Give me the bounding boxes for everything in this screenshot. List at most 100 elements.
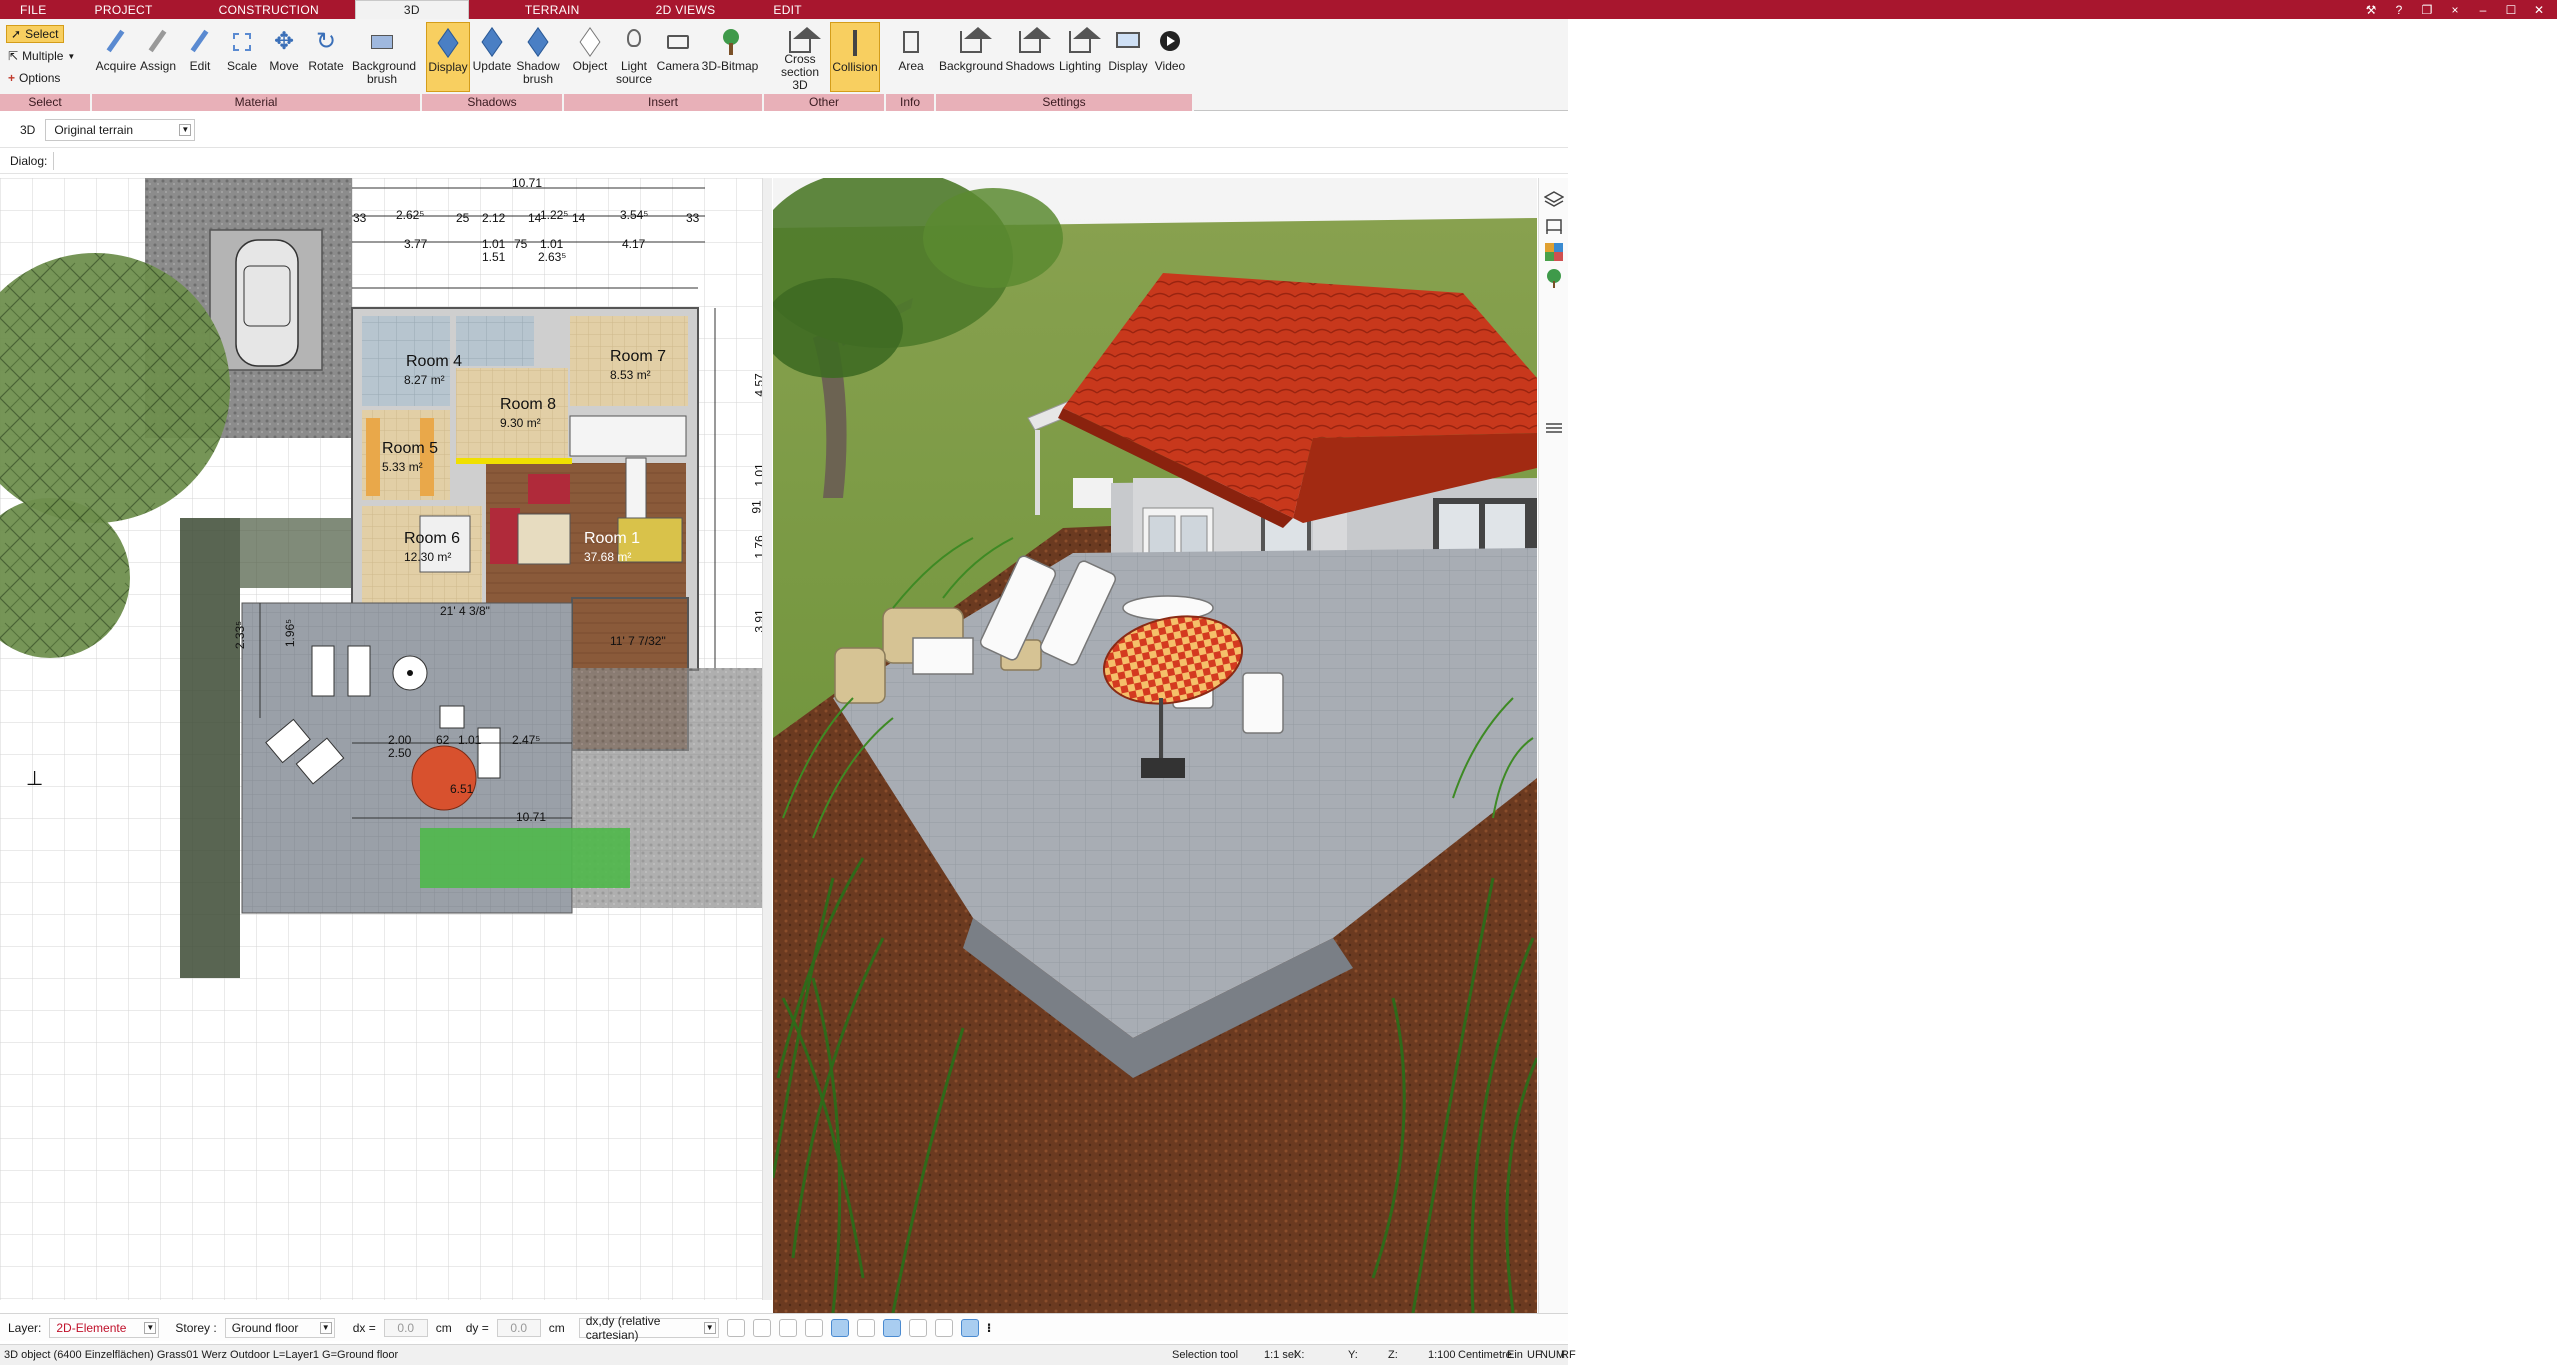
menu-tab-construction[interactable]: CONSTRUCTION xyxy=(183,0,355,19)
settings-shadows-button[interactable]: Shadows xyxy=(1006,22,1054,92)
snap-point-icon[interactable] xyxy=(779,1319,797,1337)
floor-plan-canvas[interactable]: Room 4 8.27 m² Room 7 8.53 m² Room 8 9.3… xyxy=(0,178,762,1300)
snap-object-icon[interactable] xyxy=(805,1319,823,1337)
collision-icon xyxy=(840,28,870,58)
multiple-button[interactable]: ⇱ Multiple ▼ xyxy=(8,49,75,63)
background-brush-button[interactable]: Background brush xyxy=(346,22,418,92)
cross-section-icon xyxy=(785,27,815,50)
group-label-select: Select xyxy=(0,94,92,111)
help-icon[interactable]: ? xyxy=(2391,3,2407,17)
dimension-text: 6.51 xyxy=(450,782,473,796)
dimension-text: 1.01 xyxy=(482,237,505,251)
insert-object-button[interactable]: Object xyxy=(568,22,612,92)
shadow-brush-button[interactable]: Shadow brush xyxy=(514,22,562,92)
move-button[interactable]: ✥ Move xyxy=(262,22,306,92)
camera-button[interactable]: Camera xyxy=(656,22,700,92)
grid-icon[interactable] xyxy=(935,1319,953,1337)
ribbon-group-settings: Background Shadows Lighting Display Vide… xyxy=(936,19,1194,111)
rotate-button[interactable]: ↻ Rotate xyxy=(304,22,348,92)
dimension-text: 3.77 xyxy=(404,237,427,251)
dimension-text: 21' 4 3/8" xyxy=(440,604,490,618)
scale-button[interactable]: Scale xyxy=(220,22,264,92)
dimension-text: 2.12 xyxy=(482,211,505,225)
dimension-text: 3.54⁵ xyxy=(620,208,648,222)
storey-select[interactable]: Ground floor ▼ xyxy=(225,1318,335,1338)
panel-toggle-icon[interactable] xyxy=(1544,418,1564,438)
dimension-text: 1.76 xyxy=(753,535,762,558)
edit-button[interactable]: Edit xyxy=(178,22,222,92)
dx-unit: cm xyxy=(436,1321,452,1335)
minimize-icon[interactable]: – xyxy=(2475,3,2491,17)
restore-icon[interactable]: ❐ xyxy=(2419,3,2435,17)
furniture-icon[interactable] xyxy=(1544,216,1564,236)
snap-angle-icon[interactable] xyxy=(857,1319,875,1337)
area-button[interactable]: Area xyxy=(889,22,933,92)
menu-tab-2d-views[interactable]: 2D VIEWS xyxy=(636,0,736,19)
ribbon-group-select: ➚ Select ⇱ Multiple ▼ + Options Select xyxy=(0,19,92,111)
more-icon[interactable]: ⁝ xyxy=(987,1321,992,1335)
collision-button[interactable]: Collision xyxy=(830,22,880,92)
settings-display-button[interactable]: Display xyxy=(1106,22,1150,92)
dx-label: dx = xyxy=(353,1321,376,1335)
background-house-icon xyxy=(956,27,986,57)
terrain-select[interactable]: Original terrain ▼ xyxy=(45,119,195,141)
dimension-text: 2.33⁵ xyxy=(233,621,247,649)
materials-icon[interactable] xyxy=(1544,242,1564,262)
dimension-text: 25 xyxy=(456,211,469,225)
status-x-label: X: xyxy=(1294,1349,1304,1361)
assign-button[interactable]: Assign xyxy=(136,22,180,92)
menu-tab-3d[interactable]: 3D xyxy=(355,0,469,19)
right-sidebar xyxy=(1538,178,1568,1313)
edit-icon xyxy=(185,27,215,57)
close-icon[interactable]: ✕ xyxy=(2531,3,2547,17)
acquire-icon xyxy=(101,27,131,57)
menu-tab-file[interactable]: FILE xyxy=(0,0,65,19)
plant-icon[interactable] xyxy=(1544,268,1564,288)
dimension-text: 11' 7 7/32" xyxy=(610,634,666,648)
cross-section-3d-button[interactable]: Cross section 3D xyxy=(772,22,828,92)
dimension-text: 14 xyxy=(572,211,585,225)
video-button[interactable]: Video xyxy=(1150,22,1190,92)
tools-icon[interactable]: ⚒ xyxy=(2363,3,2379,17)
3d-view-canvas[interactable] xyxy=(773,178,1537,1313)
chevron-down-icon: ▼ xyxy=(179,124,191,136)
n-snap-icon[interactable] xyxy=(961,1319,979,1337)
ribbon-group-insert: Object Light source Camera 3D-Bitmap Ins… xyxy=(564,19,764,111)
snap-ortho-icon[interactable] xyxy=(883,1319,901,1337)
clock-icon[interactable] xyxy=(727,1319,745,1337)
select-button[interactable]: ➚ Select xyxy=(6,25,64,43)
light-source-button[interactable]: Light source xyxy=(612,22,656,92)
ribbon-group-other: Cross section 3D Collision Other xyxy=(764,19,886,111)
dialog-label: Dialog: xyxy=(10,154,47,168)
shadows-update-button[interactable]: Update xyxy=(470,22,514,92)
layer-select[interactable]: 2D-Elemente ▼ xyxy=(49,1318,159,1338)
lightbulb-icon xyxy=(619,27,649,57)
snap-wall-icon[interactable] xyxy=(909,1319,927,1337)
layers-icon[interactable] xyxy=(1544,190,1564,210)
options-button[interactable]: + Options xyxy=(8,71,60,85)
close-doc-icon[interactable]: × xyxy=(2447,3,2463,17)
status-selection: 1:1 sel xyxy=(1264,1349,1296,1361)
view-mode-label: 3D xyxy=(20,123,35,137)
lighting-button[interactable]: Lighting xyxy=(1056,22,1104,92)
dimension-text: 1.51 xyxy=(482,250,505,264)
move-icon: ✥ xyxy=(269,27,299,57)
plan-scrollbar[interactable] xyxy=(762,178,772,1300)
dy-input[interactable]: 0.0 xyxy=(497,1319,541,1337)
snap-line-icon[interactable] xyxy=(831,1319,849,1337)
coordinate-mode-select[interactable]: dx,dy (relative cartesian) ▼ xyxy=(579,1318,719,1338)
menu-tab-terrain[interactable]: TERRAIN xyxy=(469,0,636,19)
maximize-icon[interactable]: ☐ xyxy=(2503,3,2519,17)
acquire-button[interactable]: Acquire xyxy=(94,22,138,92)
group-label-info: Info xyxy=(886,94,936,111)
room-area: 12.30 m² xyxy=(404,550,451,564)
3d-bitmap-button[interactable]: 3D-Bitmap xyxy=(700,22,760,92)
menu-tab-edit[interactable]: EDIT xyxy=(735,0,840,19)
dx-input[interactable]: 0.0 xyxy=(384,1319,428,1337)
snap-icon[interactable] xyxy=(753,1319,771,1337)
plan-labels: Room 4 8.27 m² Room 7 8.53 m² Room 8 9.3… xyxy=(0,178,762,1300)
shadows-display-button[interactable]: Display xyxy=(426,22,470,92)
menu-tab-project[interactable]: PROJECT xyxy=(65,0,183,19)
dimension-text: 1.01 xyxy=(753,463,762,486)
background-button[interactable]: Background xyxy=(940,22,1002,92)
